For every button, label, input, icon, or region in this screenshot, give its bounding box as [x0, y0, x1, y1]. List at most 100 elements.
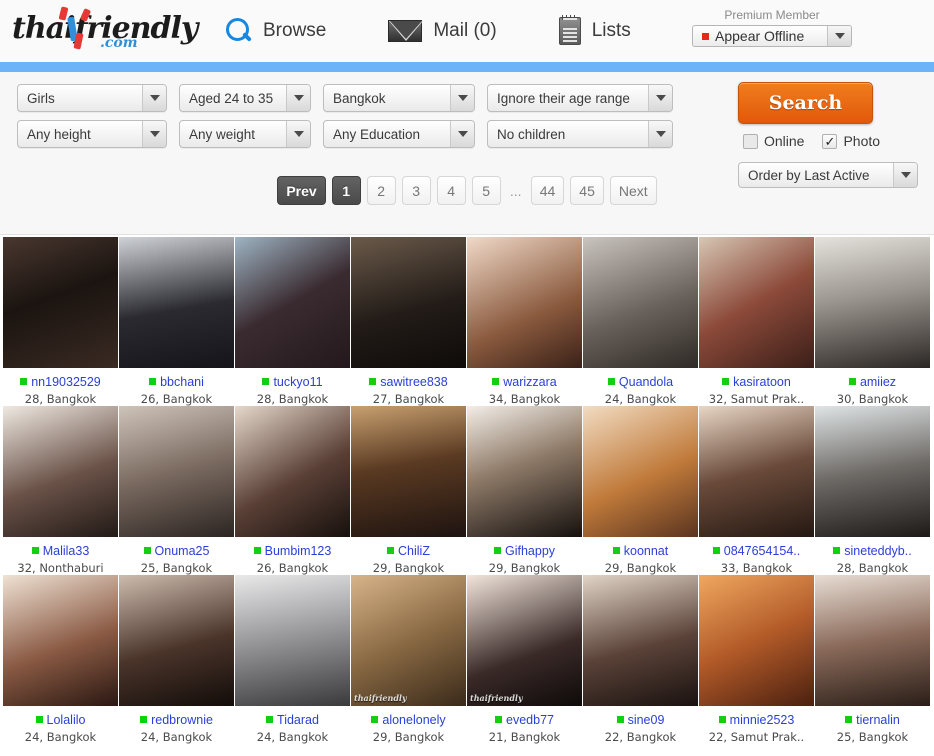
status-select[interactable]: Appear Offline [692, 25, 852, 47]
profile-photo[interactable] [815, 406, 930, 537]
profile-photo[interactable] [119, 406, 234, 537]
profile-photo[interactable] [699, 575, 814, 706]
profile-card[interactable]: nn19032529 28, Bangkok [3, 237, 118, 406]
profile-username[interactable]: Bumbim123 [253, 544, 331, 558]
profile-card[interactable]: ChiliZ 29, Bangkok [351, 406, 466, 575]
filter-gender[interactable]: Girls [17, 84, 167, 112]
profile-photo[interactable] [119, 575, 234, 706]
profile-card[interactable]: Lolalilo 24, Bangkok [3, 575, 118, 744]
profile-username[interactable]: sine09 [616, 713, 664, 727]
profile-card[interactable]: sawitree838 27, Bangkok [351, 237, 466, 406]
pagination-item-1[interactable]: 1 [331, 176, 361, 205]
profile-card[interactable]: kasiratoon 32, Samut Prak.. [699, 237, 814, 406]
profile-photo[interactable] [351, 237, 466, 368]
profile-username[interactable]: kasiratoon [722, 375, 791, 389]
profile-username[interactable]: koonnat [612, 544, 668, 558]
chevron-down-icon[interactable] [450, 85, 474, 111]
profile-card[interactable]: thaifriendly alonelonely 29, Bangkok [351, 575, 466, 744]
profile-photo[interactable] [235, 575, 350, 706]
pagination-item-prev[interactable]: Prev [277, 176, 326, 205]
profile-card[interactable]: sineteddyb.. 28, Bangkok [815, 406, 930, 575]
profile-username[interactable]: alonelonely [371, 713, 446, 727]
profile-username[interactable]: evedb77 [495, 713, 554, 727]
site-logo[interactable]: thaifriendly .com [12, 5, 198, 57]
pagination-item-4[interactable]: 4 [436, 176, 466, 205]
profile-username[interactable]: warizzara [492, 375, 557, 389]
profile-photo[interactable] [815, 237, 930, 368]
profile-photo[interactable] [699, 406, 814, 537]
profile-photo[interactable] [583, 237, 698, 368]
profile-username[interactable]: sawitree838 [369, 375, 448, 389]
profile-photo[interactable] [3, 575, 118, 706]
profile-username[interactable]: minnie2523 [718, 713, 794, 727]
profile-photo[interactable] [699, 237, 814, 368]
filter-their-age-range[interactable]: Ignore their age range [487, 84, 673, 112]
online-checkbox[interactable]: Online [743, 133, 804, 149]
profile-username[interactable]: sineteddyb.. [833, 544, 912, 558]
pagination-item-2[interactable]: 2 [366, 176, 396, 205]
profile-username[interactable]: Tidarad [266, 713, 319, 727]
profile-username[interactable]: bbchani [149, 375, 204, 389]
profile-photo[interactable]: thaifriendly [351, 575, 466, 706]
profile-username[interactable]: Onuma25 [143, 544, 209, 558]
profile-card[interactable]: bbchani 26, Bangkok [119, 237, 234, 406]
chevron-down-icon[interactable] [142, 121, 166, 147]
filter-height[interactable]: Any height [17, 120, 167, 148]
profile-photo[interactable] [351, 406, 466, 537]
profile-username[interactable]: Lolalilo [35, 713, 85, 727]
profile-username[interactable]: nn19032529 [20, 375, 101, 389]
search-button[interactable]: Search [738, 82, 873, 124]
pagination-item-45[interactable]: 45 [570, 176, 604, 205]
profile-username[interactable]: amiiez [848, 375, 896, 389]
profile-photo[interactable] [583, 406, 698, 537]
profile-username[interactable]: 0847654154.. [712, 544, 800, 558]
photo-checkbox[interactable]: ✓ Photo [822, 133, 880, 149]
filter-children[interactable]: No children [487, 120, 673, 148]
pagination-item-3[interactable]: 3 [401, 176, 431, 205]
nav-mail[interactable]: Mail (0) [388, 11, 497, 51]
pagination-item-44[interactable]: 44 [530, 176, 565, 205]
chevron-down-icon[interactable] [286, 85, 310, 111]
profile-card[interactable]: Bumbim123 26, Bangkok [235, 406, 350, 575]
profile-card[interactable]: minnie2523 22, Samut Prak.. [699, 575, 814, 744]
chevron-down-icon[interactable] [827, 26, 851, 46]
nav-lists[interactable]: Lists [558, 11, 631, 51]
profile-card[interactable]: redbrownie 24, Bangkok [119, 575, 234, 744]
profile-photo[interactable] [235, 237, 350, 368]
profile-username[interactable]: tuckyo11 [262, 375, 323, 389]
profile-username[interactable]: Gifhappy [493, 544, 555, 558]
profile-username[interactable]: ChiliZ [387, 544, 430, 558]
profile-card[interactable]: Malila33 32, Nonthaburi [3, 406, 118, 575]
profile-photo[interactable] [583, 575, 698, 706]
profile-card[interactable]: tuckyo11 28, Bangkok [235, 237, 350, 406]
pagination-item-5[interactable]: 5 [471, 176, 501, 205]
profile-username[interactable]: redbrownie [140, 713, 213, 727]
profile-photo[interactable] [119, 237, 234, 368]
profile-username[interactable]: tiernalin [845, 713, 900, 727]
profile-photo[interactable] [3, 237, 118, 368]
profile-card[interactable]: Tidarad 24, Bangkok [235, 575, 350, 744]
profile-card[interactable]: 0847654154.. 33, Bangkok [699, 406, 814, 575]
profile-card[interactable]: koonnat 29, Bangkok [583, 406, 698, 575]
profile-card[interactable]: warizzara 34, Bangkok [467, 237, 582, 406]
profile-username[interactable]: Quandola [607, 375, 673, 389]
chevron-down-icon[interactable] [648, 121, 672, 147]
profile-photo[interactable] [467, 237, 582, 368]
profile-card[interactable]: tiernalin 25, Bangkok [815, 575, 930, 744]
profile-card[interactable]: sine09 22, Bangkok [583, 575, 698, 744]
profile-card[interactable]: Gifhappy 29, Bangkok [467, 406, 582, 575]
profile-card[interactable]: thaifriendly evedb77 21, Bangkok [467, 575, 582, 744]
profile-photo[interactable] [815, 575, 930, 706]
profile-photo[interactable] [467, 406, 582, 537]
chevron-down-icon[interactable] [142, 85, 166, 111]
profile-username[interactable]: Malila33 [31, 544, 89, 558]
profile-photo[interactable] [3, 406, 118, 537]
nav-browse[interactable]: Browse [226, 11, 326, 51]
profile-card[interactable]: amiiez 30, Bangkok [815, 237, 930, 406]
pagination-item-next[interactable]: Next [609, 176, 657, 205]
filter-location[interactable]: Bangkok [323, 84, 475, 112]
filter-age-range[interactable]: Aged 24 to 35 [179, 84, 311, 112]
chevron-down-icon[interactable] [450, 121, 474, 147]
chevron-down-icon[interactable] [286, 121, 310, 147]
profile-photo[interactable] [235, 406, 350, 537]
